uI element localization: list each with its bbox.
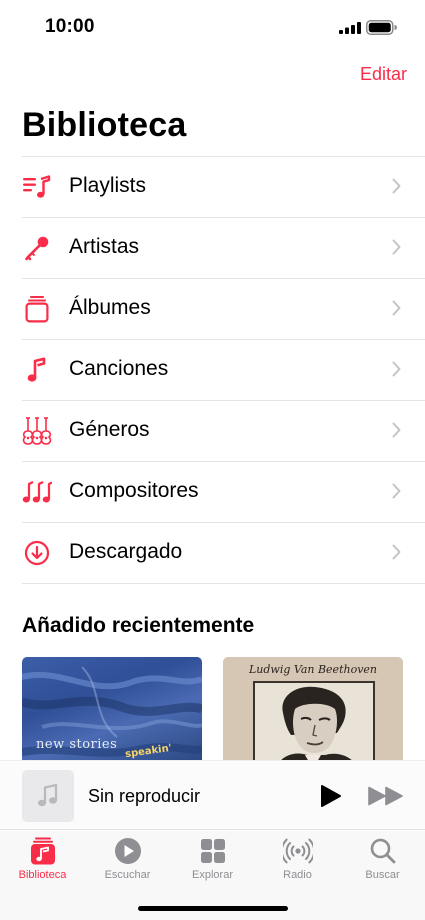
download-icon [22,539,52,567]
fast-forward-icon[interactable] [368,786,404,806]
album-card-beethoven[interactable]: Ludwig Van Beethoven [223,657,403,767]
chevron-right-icon [392,544,401,560]
album-stack-icon [22,295,52,323]
library-item-label: Álbumes [69,296,151,319]
tab-radio[interactable]: Radio [255,837,340,889]
radio-icon [282,838,313,864]
mini-player[interactable]: Sin reproducir [0,760,425,830]
tab-label: Radio [283,869,312,881]
notes-icon [22,478,52,506]
mini-player-title: Sin reproducir [88,786,201,806]
status-time: 10:00 [45,16,95,37]
music-library-screen: 10:00 Editar Biblioteca Playlists Artist… [0,0,425,920]
library-list: Playlists Artistas Álbumes Canciones Gén… [0,156,425,584]
library-item-label: Canciones [69,357,169,380]
library-item-label: Compositores [69,479,199,502]
tab-buscar[interactable]: Buscar [340,837,425,889]
album-cover-portrait [253,681,375,767]
tab-label: Buscar [365,869,400,881]
home-indicator [138,906,288,911]
page-title: Biblioteca [22,106,187,144]
music-note-icon [38,784,58,807]
library-item-label: Playlists [69,174,147,197]
recently-added-title: Añadido recientemente [22,614,255,637]
library-item-generos[interactable]: Géneros [0,400,425,461]
library-item-playlists[interactable]: Playlists [0,156,425,217]
album-card-new-stories[interactable]: new stories speakin' [22,657,202,767]
library-item-label: Géneros [69,418,150,441]
library-icon [30,837,55,865]
tab-label: Explorar [192,869,233,881]
chevron-right-icon [392,239,401,255]
chevron-right-icon [392,483,401,499]
edit-button[interactable]: Editar [360,64,407,85]
library-item-label: Descargado [69,540,183,563]
guitars-icon [22,417,52,445]
grid-icon [200,839,225,863]
library-item-descargado[interactable]: Descargado [0,522,425,583]
tab-label: Biblioteca [18,869,67,881]
search-icon [370,838,395,864]
album-cover-title: new stories [36,737,118,752]
library-item-artistas[interactable]: Artistas [0,217,425,278]
play-icon[interactable] [320,784,342,808]
mini-player-artwork [22,770,74,822]
chevron-right-icon [392,178,401,194]
playlist-icon [22,173,52,201]
music-note-icon [22,356,52,384]
album-cover-title: Ludwig Van Beethoven [248,663,377,676]
chevron-right-icon [392,361,401,377]
library-item-label: Artistas [69,235,140,258]
tab-label: Escuchar [104,869,151,881]
microphone-icon [22,234,52,262]
battery-icon [366,20,397,35]
tab-escuchar[interactable]: Escuchar [85,837,170,889]
library-item-canciones[interactable]: Canciones [0,339,425,400]
library-item-albumes[interactable]: Álbumes [0,278,425,339]
status-bar: 10:00 [0,0,425,56]
play-circle-icon [114,838,141,864]
tab-explorar[interactable]: Explorar [170,837,255,889]
chevron-right-icon [392,300,401,316]
chevron-right-icon [392,422,401,438]
tab-biblioteca[interactable]: Biblioteca [0,837,85,889]
library-item-compositores[interactable]: Compositores [0,461,425,522]
cellular-signal-icon [339,22,361,34]
